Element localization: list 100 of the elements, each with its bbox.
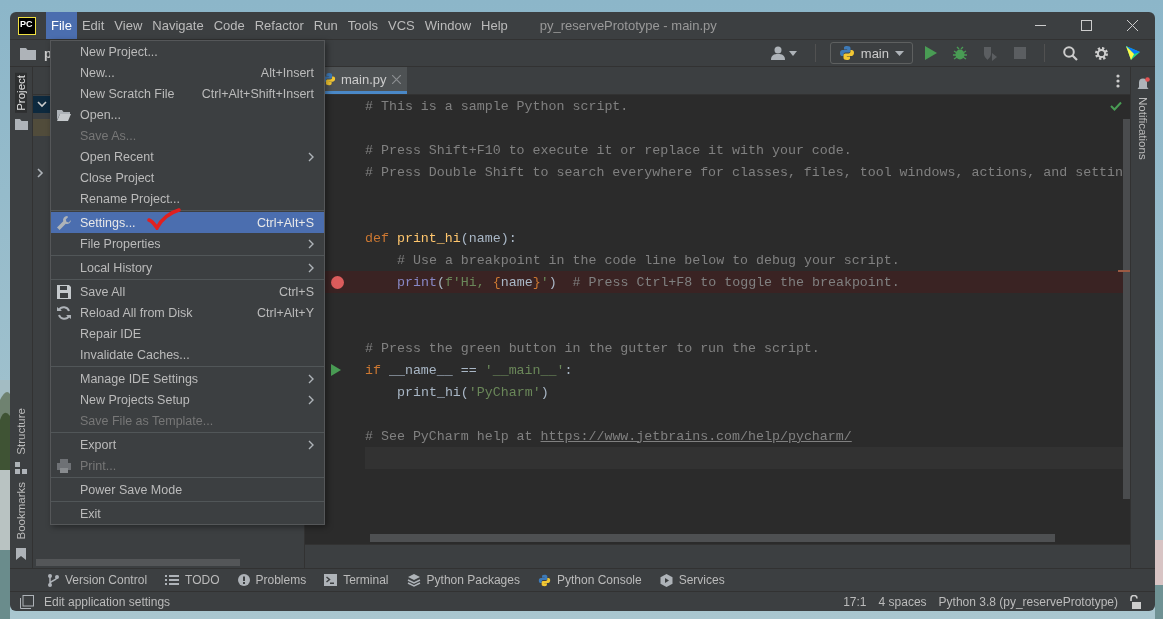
menu-item[interactable]: Repair IDE <box>51 323 324 344</box>
services-icon <box>659 573 673 587</box>
menu-bar-item[interactable]: Code <box>208 12 250 39</box>
close-icon <box>391 74 401 84</box>
menu-item[interactable]: Manage IDE Settings <box>51 368 324 389</box>
tool-window-button[interactable]: TODO <box>158 573 231 587</box>
terminal-icon <box>324 574 338 586</box>
code-line: def print_hi(name): <box>365 230 517 246</box>
scrollbar-thumb[interactable] <box>370 534 1055 542</box>
code-line: # Press Double Shift to search everywhere for classes, files, tool windows, actions, and settin <box>365 164 1124 180</box>
branch-icon <box>47 573 59 587</box>
refresh-icon <box>56 304 72 321</box>
settings-icon <box>1094 45 1109 61</box>
shortcut-label: Ctrl+S <box>278 284 314 299</box>
tool-window-tab[interactable]: Bookmarks <box>15 480 27 542</box>
menu-item[interactable]: Power Save Mode <box>51 479 324 500</box>
code-line: print(f'Hi, {name}') # Press Ctrl+F8 to toggle the breakpoint. <box>397 274 900 290</box>
menu-bar-item[interactable]: Run <box>308 12 343 39</box>
tool-window-button[interactable]: Terminal <box>317 573 400 587</box>
tool-window-button[interactable]: Services <box>652 573 736 587</box>
shield-play-icon <box>983 45 998 61</box>
structure-icon <box>15 462 27 475</box>
menu-bar-item[interactable]: Tools <box>342 12 384 39</box>
menu-bar-item[interactable]: File <box>46 12 77 39</box>
printer-icon <box>56 457 72 474</box>
menu-item[interactable]: File Properties <box>51 233 324 254</box>
code-line: # Press Shift+F10 to execute it or replace it with your code. <box>365 142 852 158</box>
search-icon <box>1063 45 1078 61</box>
interpreter-selector[interactable]: Python 3.8 (py_reservePrototype) <box>937 594 1119 609</box>
menu-item[interactable]: Save All Ctrl+S <box>51 281 324 302</box>
list-icon <box>165 574 180 586</box>
check-mark-icon <box>147 208 181 230</box>
tool-window-button[interactable]: Python Console <box>530 573 653 587</box>
shortcut-label: Ctrl+Alt+S <box>257 215 314 230</box>
scrollbar-thumb[interactable] <box>1123 119 1130 499</box>
unlock-icon <box>1129 594 1141 609</box>
caret-icon <box>788 50 797 56</box>
menu-bar-item[interactable]: Navigate <box>147 12 209 39</box>
code-line: if __name__ == '__main__': <box>365 362 573 378</box>
code-line: # This is a sample Python script. <box>365 98 629 114</box>
code-line: # Use a breakpoint in the code line below to debug your script. <box>397 252 900 268</box>
folder-icon <box>14 118 28 130</box>
python-icon <box>838 45 855 61</box>
menu-item[interactable]: New Project... <box>51 41 324 62</box>
menu-item[interactable]: Local History <box>51 257 324 278</box>
logo-icon <box>1125 45 1141 61</box>
run-configuration-select[interactable]: main <box>829 42 913 64</box>
tool-window-button[interactable]: Python Packages <box>399 573 531 587</box>
tool-window-tab[interactable]: Project <box>15 73 27 113</box>
python-icon <box>322 72 336 86</box>
tool-window-button[interactable]: Version Control <box>40 573 159 587</box>
menu-item[interactable]: Rename Project... <box>51 188 324 209</box>
close-icon <box>1126 20 1138 31</box>
wrench-icon <box>56 214 72 231</box>
bookmark-icon <box>16 548 26 560</box>
menu-item[interactable]: Open... <box>51 104 324 125</box>
caret-position[interactable]: 17:1 <box>842 594 868 609</box>
status-message: Edit application settings <box>44 594 171 609</box>
code-line: # Press the green button in the gutter to run the script. <box>365 340 820 356</box>
code-line: print_hi('PyCharm') <box>397 384 549 400</box>
folder-icon <box>56 107 72 122</box>
check-icon <box>1110 101 1122 111</box>
menu-bar-item[interactable]: View <box>109 12 148 39</box>
kebab-menu-icon <box>1116 73 1120 88</box>
menu-item[interactable]: New Projects Setup <box>51 389 324 410</box>
help-link[interactable]: https://www.jetbrains.com/help/pycharm/ <box>540 428 852 444</box>
scrollbar-thumb[interactable] <box>36 559 240 566</box>
app-logo: PC <box>18 16 36 35</box>
code-line: # See PyCharm help at https://www.jetbrains.com/help/pycharm/ <box>365 428 852 444</box>
tool-window-button[interactable]: Problems <box>230 573 318 587</box>
layers-icon <box>406 573 421 587</box>
user-icon <box>770 46 787 60</box>
menu-bar-item[interactable]: VCS <box>383 12 420 39</box>
menu-bar-item[interactable]: Edit <box>76 12 110 39</box>
menu-item[interactable]: Close Project <box>51 167 324 188</box>
stop-icon <box>1014 47 1026 59</box>
bug-icon <box>953 46 967 60</box>
shortcut-label: Ctrl+Alt+Y <box>257 305 314 320</box>
menu-item[interactable]: Reload All from Disk Ctrl+Alt+Y <box>51 302 324 323</box>
python-icon <box>537 573 551 587</box>
bell-icon <box>1136 77 1150 91</box>
menu-bar-item[interactable]: Window <box>419 12 477 39</box>
menu-item[interactable]: Export <box>51 434 324 455</box>
breakpoint-icon <box>331 275 344 289</box>
tool-window-tab[interactable]: Structure <box>15 405 27 457</box>
tool-window-tab[interactable]: Notifications <box>1137 95 1149 162</box>
menu-bar-item[interactable]: Help <box>476 12 513 39</box>
run-icon <box>331 364 341 376</box>
menu-item[interactable]: Open Recent <box>51 146 324 167</box>
menu-bar-item[interactable]: Refactor <box>249 12 309 39</box>
menu-item[interactable]: Exit <box>51 503 324 524</box>
window-title: py_reservePrototype - main.py <box>539 18 717 33</box>
play-icon <box>925 46 937 60</box>
chevron-right-icon <box>37 167 44 178</box>
indent-setting[interactable]: 4 spaces <box>877 594 928 609</box>
menu-item[interactable]: Invalidate Caches... <box>51 344 324 365</box>
panel-toggle-icon <box>20 594 34 609</box>
chevron-down-icon <box>37 101 47 108</box>
caret-icon <box>895 50 904 56</box>
maximize-icon <box>1080 20 1092 31</box>
